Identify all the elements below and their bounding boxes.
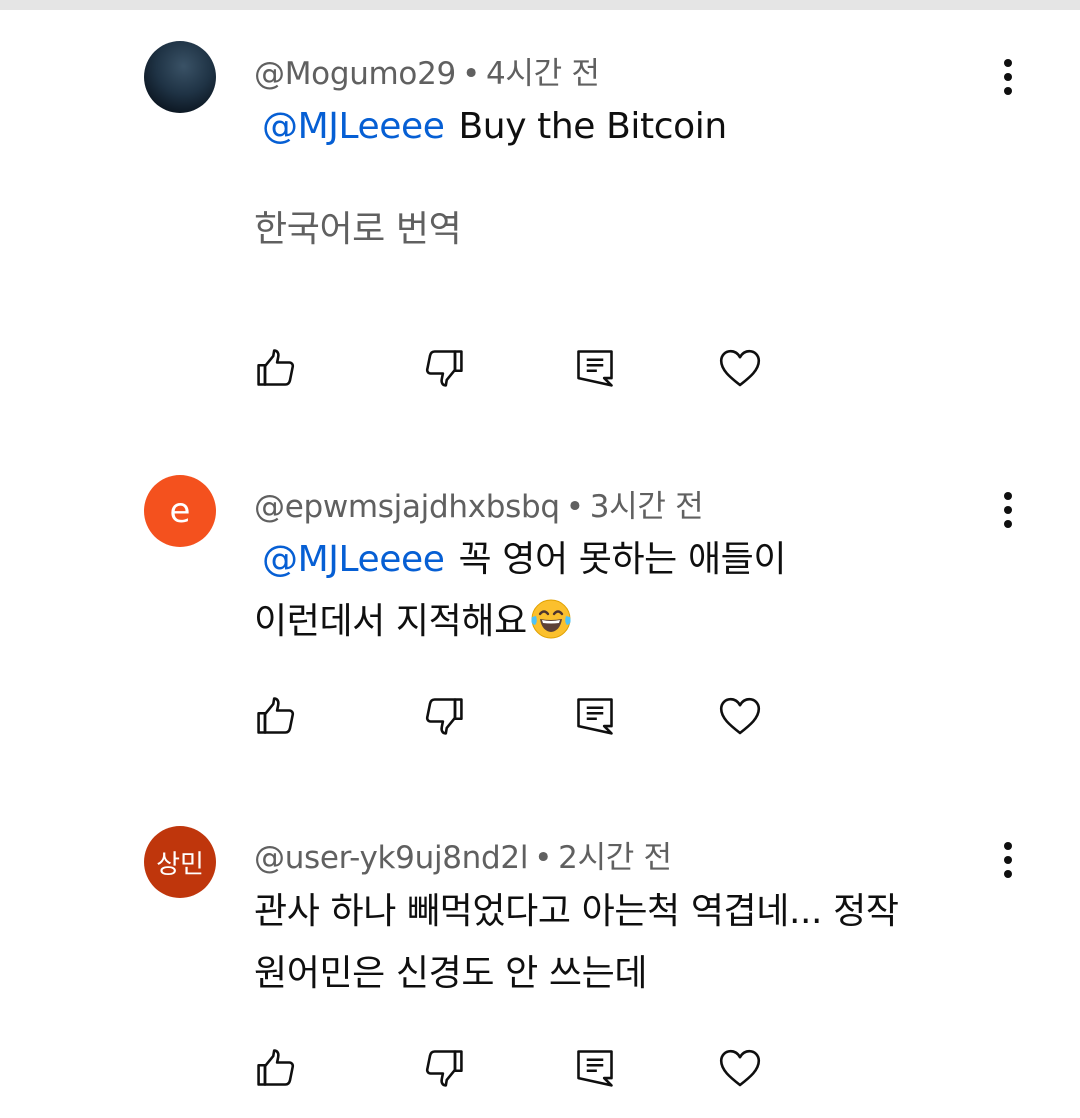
heart-icon[interactable] — [710, 338, 770, 398]
timestamp: 3시간 전 — [589, 489, 704, 525]
separator-dot: • — [461, 56, 480, 92]
thumbs-down-icon[interactable] — [414, 686, 474, 746]
reply-icon[interactable] — [565, 686, 625, 746]
avatar[interactable] — [144, 41, 216, 113]
separator-dot: • — [565, 489, 584, 525]
top-divider — [0, 0, 1080, 10]
comment-actions — [0, 338, 1080, 398]
timestamp: 4시간 전 — [485, 56, 600, 92]
timestamp: 2시간 전 — [558, 840, 672, 876]
author-name[interactable]: @Mogumo29 — [254, 56, 456, 92]
more-vert-icon[interactable] — [990, 480, 1026, 540]
tears-of-joy-emoji — [529, 597, 573, 641]
translate-button[interactable]: 한국어로 번역 — [254, 200, 462, 252]
heart-icon[interactable] — [710, 686, 770, 746]
comment-actions — [0, 1038, 1080, 1098]
comment-text-body: Buy the Bitcoin — [458, 106, 728, 147]
more-vert-icon[interactable] — [990, 830, 1026, 890]
author-name[interactable]: @epwmsjajdhxbsbq — [254, 489, 560, 525]
thumbs-up-icon[interactable] — [246, 686, 306, 746]
reply-icon[interactable] — [565, 338, 625, 398]
comment-text-line: 관사 하나 빼먹었다고 아는척 역겹네... 정작 — [254, 891, 899, 932]
avatar-letter: 상민 — [156, 849, 204, 880]
mention-link[interactable]: @MJLeeee — [262, 539, 445, 580]
comment-text-line: 꼭 영어 못하는 애들이 — [458, 539, 787, 580]
reply-icon[interactable] — [565, 1038, 625, 1098]
author-name[interactable]: @user-yk9uj8nd2l — [254, 840, 528, 876]
comment-text: 관사 하나 빼먹었다고 아는척 역겹네... 정작 원어민은 신경도 안 쓰는데 — [254, 881, 984, 1005]
separator-dot: • — [534, 840, 553, 876]
comment-text-line: 원어민은 신경도 안 쓰는데 — [254, 953, 648, 994]
comment-actions — [0, 686, 1080, 746]
thumbs-up-icon[interactable] — [246, 1038, 306, 1098]
avatar[interactable]: e — [144, 475, 216, 547]
mention-link[interactable]: @MJLeeee — [262, 106, 445, 147]
heart-icon[interactable] — [710, 1038, 770, 1098]
comment-meta: @user-yk9uj8nd2l • 2시간 전 — [254, 832, 672, 877]
avatar[interactable]: 상민 — [144, 826, 216, 898]
comment-text-line: 이런데서 지적해요 — [254, 601, 527, 642]
thumbs-down-icon[interactable] — [414, 1038, 474, 1098]
comment-text: @MJLeeee 꼭 영어 못하는 애들이 이런데서 지적해요 — [254, 529, 984, 653]
thumbs-down-icon[interactable] — [414, 338, 474, 398]
thumbs-up-icon[interactable] — [246, 338, 306, 398]
more-vert-icon[interactable] — [990, 47, 1026, 107]
comment-meta: @Mogumo29 • 4시간 전 — [254, 48, 600, 93]
comment-meta: @epwmsjajdhxbsbq • 3시간 전 — [254, 481, 704, 526]
avatar-letter: e — [169, 491, 191, 531]
comment-text: @MJLeeee Buy the Bitcoin — [254, 96, 984, 158]
